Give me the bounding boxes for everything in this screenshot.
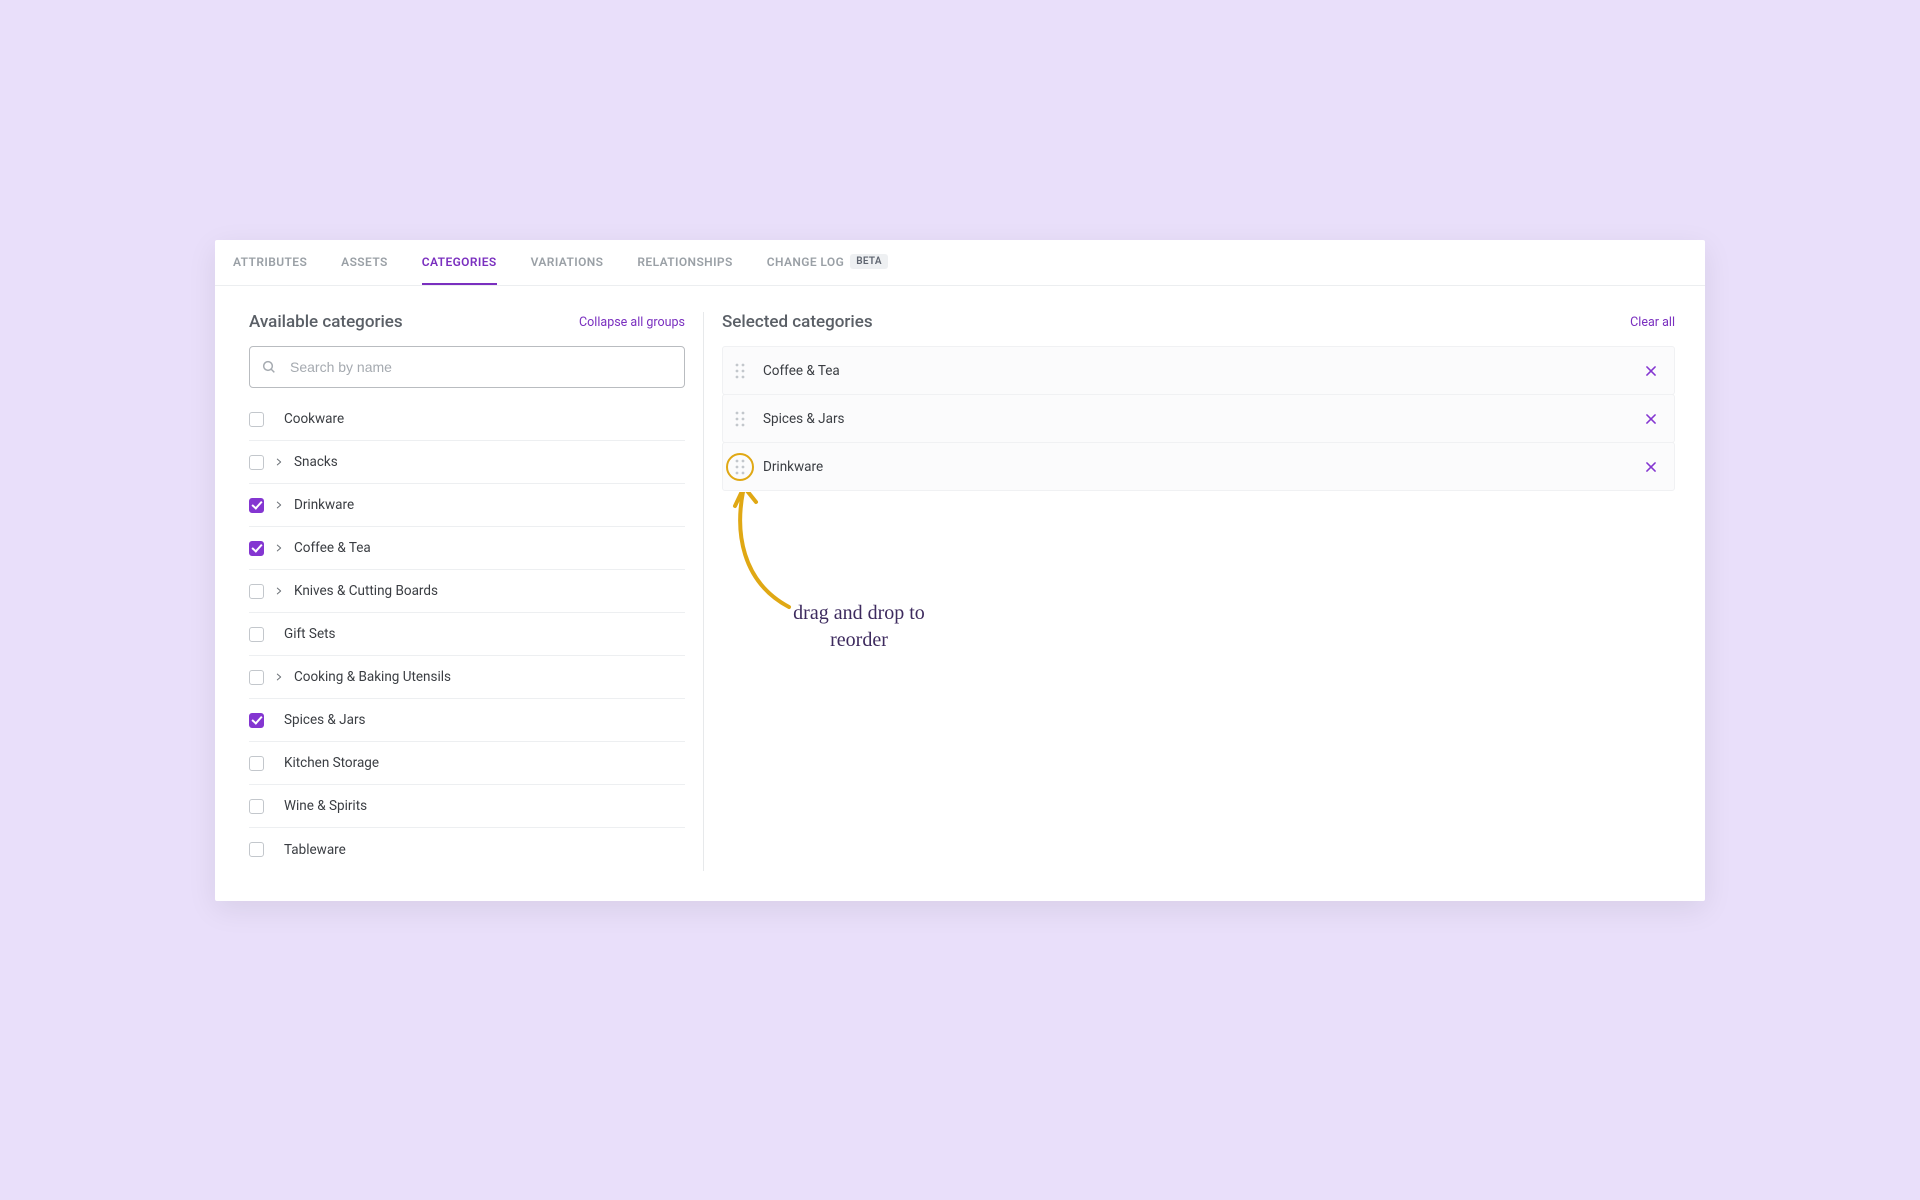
selected-categories: Selected categories Clear all Coffee & T… [704,312,1675,871]
category-checkbox[interactable] [249,799,264,814]
category-checkbox[interactable] [249,756,264,771]
close-icon[interactable] [1644,364,1658,378]
category-row: Cookware [249,398,685,441]
category-row: Knives & Cutting Boards [249,570,685,613]
category-label[interactable]: Cooking & Baking Utensils [294,669,451,685]
tab-bar: ATTRIBUTES ASSETS CATEGORIES VARIATIONS RELA… [215,240,1705,286]
clear-all-link[interactable]: Clear all [1630,315,1675,330]
collapse-all-link[interactable]: Collapse all groups [579,315,685,330]
tab-assets[interactable]: ASSETS [341,240,388,285]
close-icon[interactable] [1644,460,1658,474]
close-icon[interactable] [1644,412,1658,426]
tab-label: RELATIONSHIPS [637,255,732,269]
chevron-right-icon[interactable] [274,586,284,596]
categories-panel: ATTRIBUTES ASSETS CATEGORIES VARIATIONS RELA… [215,240,1705,901]
category-label[interactable]: Kitchen Storage [284,755,379,771]
category-label[interactable]: Tableware [284,842,346,858]
drag-handle-highlight [726,453,754,481]
drag-handle-icon[interactable] [733,411,747,427]
selected-row[interactable]: Spices & Jars [722,394,1675,443]
tab-relationships[interactable]: RELATIONSHIPS [637,240,732,285]
selected-label: Coffee & Tea [763,363,1644,379]
tab-label: CHANGE LOG [767,255,844,269]
category-row: Snacks [249,441,685,484]
category-label[interactable]: Coffee & Tea [294,540,371,556]
category-row: Coffee & Tea [249,527,685,570]
selected-title: Selected categories [722,312,873,332]
selected-label: Drinkware [763,459,1644,475]
category-label[interactable]: Knives & Cutting Boards [294,583,438,599]
category-checkbox[interactable] [249,627,264,642]
category-label[interactable]: Wine & Spirits [284,798,367,814]
selected-row[interactable]: Drinkware [722,442,1675,491]
category-row: Cooking & Baking Utensils [249,656,685,699]
category-checkbox[interactable] [249,670,264,685]
category-checkbox[interactable] [249,713,264,728]
search-wrap [249,346,685,388]
tab-label: CATEGORIES [422,255,497,269]
annotation-overlay: drag and drop to reorder [714,492,934,692]
available-categories: Available categories Collapse all groups… [249,312,704,871]
annotation-text: drag and drop to reorder [789,600,929,654]
category-row: Wine & Spirits [249,785,685,828]
category-label[interactable]: Gift Sets [284,626,336,642]
tab-label: ASSETS [341,255,388,269]
tab-change-log[interactable]: CHANGE LOG Beta [767,240,888,285]
category-checkbox[interactable] [249,498,264,513]
tab-variations[interactable]: VARIATIONS [531,240,604,285]
chevron-right-icon[interactable] [274,543,284,553]
selected-label: Spices & Jars [763,411,1644,427]
category-row: Spices & Jars [249,699,685,742]
available-title: Available categories [249,312,403,332]
category-label[interactable]: Snacks [294,454,338,470]
selected-row[interactable]: Coffee & Tea [722,346,1675,395]
search-icon [261,359,277,375]
category-row: Drinkware [249,484,685,527]
chevron-right-icon[interactable] [274,457,284,467]
category-label[interactable]: Drinkware [294,497,354,513]
chevron-right-icon[interactable] [274,672,284,682]
category-checkbox[interactable] [249,412,264,427]
category-checkbox[interactable] [249,455,264,470]
tab-label: ATTRIBUTES [233,255,307,269]
category-row: Gift Sets [249,613,685,656]
category-checkbox[interactable] [249,584,264,599]
category-label[interactable]: Spices & Jars [284,712,366,728]
tab-attributes[interactable]: ATTRIBUTES [233,240,307,285]
chevron-right-icon[interactable] [274,500,284,510]
drag-handle-icon[interactable] [733,363,747,379]
category-checkbox[interactable] [249,842,264,857]
tab-categories[interactable]: CATEGORIES [422,240,497,285]
drag-handle-icon[interactable] [733,459,747,475]
category-row: Kitchen Storage [249,742,685,785]
category-row: Tableware [249,828,685,871]
category-checkbox[interactable] [249,541,264,556]
beta-badge: Beta [850,254,888,269]
search-input[interactable] [249,346,685,388]
category-label[interactable]: Cookware [284,411,344,427]
tab-label: VARIATIONS [531,255,604,269]
